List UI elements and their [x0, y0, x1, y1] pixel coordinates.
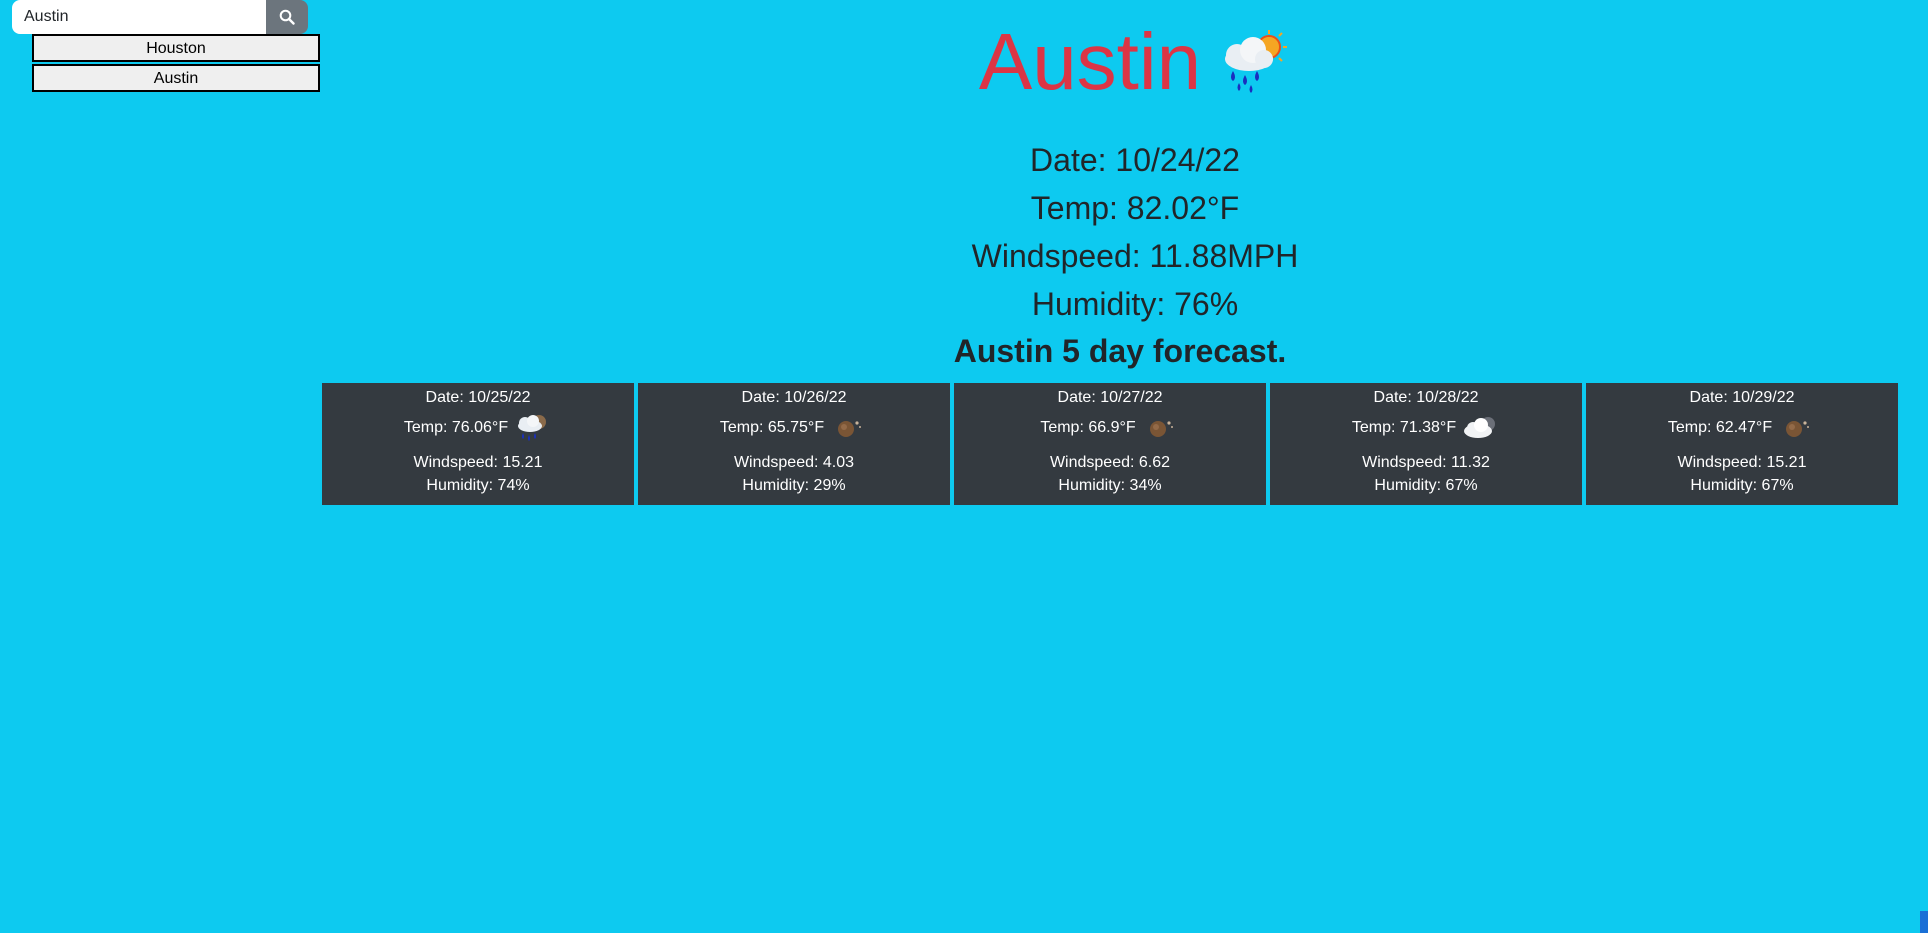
forecast-date: Date: 10/28/22: [1373, 389, 1479, 406]
forecast-windspeed: Windspeed: 15.21: [1677, 454, 1807, 471]
forecast-windspeed: Windspeed: 4.03: [733, 454, 855, 471]
forecast-temp: Temp: 66.9°F: [1040, 419, 1136, 436]
current-temp: Temp: 82.02°F: [1030, 190, 1240, 226]
current-humidity: Humidity: 76%: [1031, 286, 1239, 322]
forecast-humidity: Humidity: 34%: [1058, 477, 1162, 494]
search-icon: [279, 9, 295, 25]
weather-dashboard: Houston Austin Austin: [0, 0, 1928, 933]
forecast-temp-row: Temp: 66.9°F: [954, 411, 1266, 445]
clear-night-icon: [838, 421, 862, 437]
forecast-windspeed: Windspeed: 6.62: [1049, 454, 1171, 471]
forecast-humidity: Humidity: 67%: [1690, 477, 1794, 494]
search-history: Houston Austin: [32, 34, 320, 94]
forecast-date: Date: 10/26/22: [741, 389, 847, 406]
forecast-humidity: Humidity: 29%: [742, 477, 846, 494]
history-button-austin[interactable]: Austin: [32, 64, 320, 92]
forecast-windspeed: Windspeed: 11.32: [1362, 454, 1490, 471]
forecast-windspeed: Windspeed: 15.21: [413, 454, 543, 471]
current-weather: Austin Date: 10/24/22 Temp: 82.02°F Wind…: [600, 18, 1670, 328]
current-date: Date: 10/24/22: [1030, 142, 1240, 178]
search-bar: [12, 0, 308, 34]
search-input[interactable]: [12, 0, 266, 34]
forecast-temp: Temp: 71.38°F: [1351, 419, 1457, 436]
forecast-card: Date: 10/29/22 Temp: 62.47°F Windspeed: …: [1586, 383, 1898, 505]
cloud-night-icon: [1464, 417, 1496, 438]
forecast-temp: Temp: 62.47°F: [1667, 419, 1773, 436]
forecast-temp-row: Temp: 62.47°F: [1586, 411, 1898, 445]
current-windspeed: Windspeed: 11.88MPH: [971, 238, 1299, 274]
forecast-humidity: Humidity: 67%: [1374, 477, 1478, 494]
scrollbar-thumb[interactable]: [1920, 911, 1928, 933]
forecast-temp-row: Temp: 76.06°F: [322, 411, 634, 445]
forecast-card: Date: 10/28/22 Temp: 71.38°F Windspeed: …: [1270, 383, 1582, 505]
search-button[interactable]: [266, 0, 308, 34]
city-name: Austin: [978, 17, 1202, 106]
forecast-card: Date: 10/25/22 Temp: 76.06°F Windspeed: …: [322, 383, 634, 505]
forecast-title: Austin 5 day forecast.: [953, 333, 1287, 369]
clear-night-icon: [1149, 421, 1173, 437]
forecast-temp: Temp: 65.75°F: [719, 419, 825, 436]
forecast-date: Date: 10/29/22: [1689, 389, 1795, 406]
forecast-card: Date: 10/26/22 Temp: 65.75°F Windspeed: …: [638, 383, 950, 505]
forecast-date: Date: 10/27/22: [1057, 389, 1163, 406]
history-button-houston[interactable]: Houston: [32, 34, 320, 62]
forecast-temp: Temp: 76.06°F: [403, 419, 509, 436]
forecast-cards: Date: 10/25/22 Temp: 76.06°F Windspeed: …: [322, 383, 1898, 505]
forecast-date: Date: 10/25/22: [425, 389, 531, 406]
forecast-humidity: Humidity: 74%: [426, 477, 530, 494]
clear-night-icon: [1786, 421, 1810, 437]
forecast-temp-row: Temp: 71.38°F: [1270, 411, 1582, 445]
rain-sun-icon: [1225, 30, 1288, 93]
forecast-card: Date: 10/27/22 Temp: 66.9°F Windspeed: 6…: [954, 383, 1266, 505]
rain-moon-icon: [518, 415, 547, 441]
forecast-temp-row: Temp: 65.75°F: [638, 411, 950, 445]
city-heading: Austin: [600, 18, 1670, 106]
